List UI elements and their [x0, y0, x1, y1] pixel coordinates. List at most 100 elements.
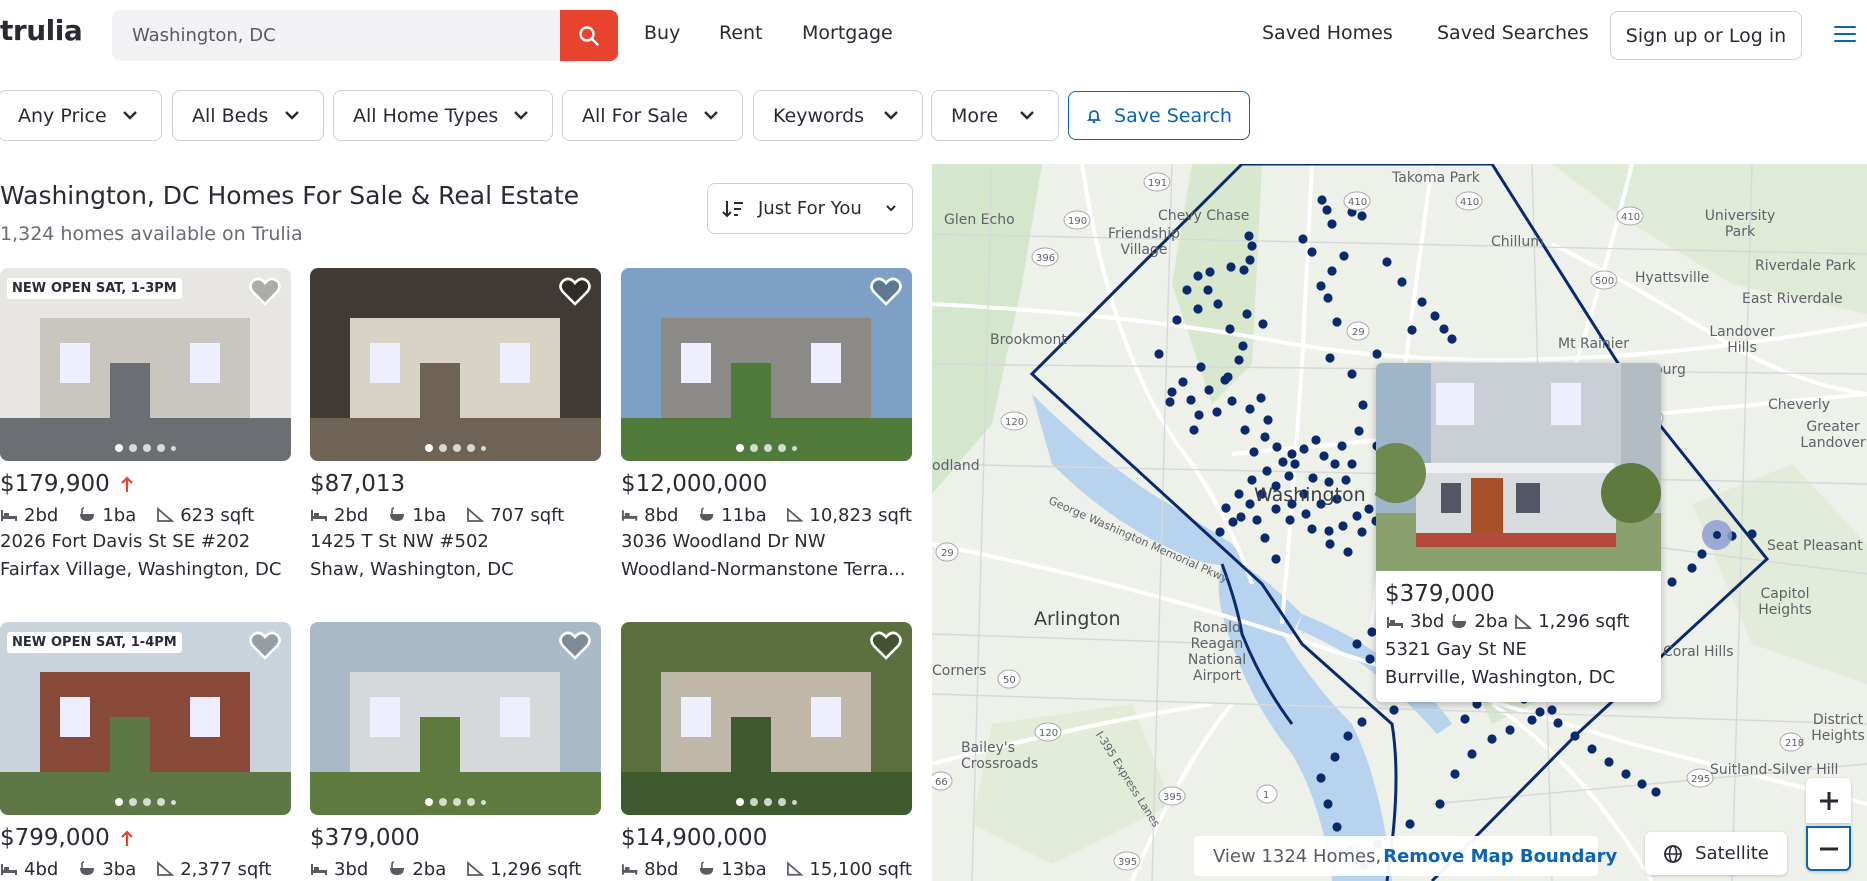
photo-carousel-dots[interactable]: [621, 444, 912, 452]
save-heart-icon[interactable]: [559, 277, 591, 307]
save-heart-icon[interactable]: [870, 277, 902, 307]
listing-map-marker[interactable]: [1323, 293, 1333, 303]
listing-card[interactable]: NEW OPEN SAT, 1-4PM $799,000 4bd 3ba 2,37…: [0, 622, 291, 881]
listing-map-marker[interactable]: [1262, 466, 1272, 476]
listing-map-marker[interactable]: [1245, 404, 1255, 414]
listing-map-marker[interactable]: [1430, 311, 1440, 321]
listing-map-marker[interactable]: [1357, 717, 1367, 727]
listing-map-marker[interactable]: [1226, 262, 1236, 272]
listing-map-marker[interactable]: [1324, 526, 1334, 536]
save-search-button[interactable]: Save Search: [1068, 91, 1250, 140]
listing-map-marker[interactable]: [1347, 459, 1357, 469]
listing-map-marker[interactable]: [1604, 757, 1614, 767]
listing-map-marker[interactable]: [1249, 447, 1259, 457]
saved-searches-link[interactable]: Saved Searches: [1437, 22, 1589, 44]
keywords-filter[interactable]: Keywords: [753, 90, 923, 141]
listing-map-marker[interactable]: [1215, 527, 1225, 537]
listing-photo[interactable]: [310, 268, 601, 461]
listing-map-marker[interactable]: [1527, 715, 1537, 725]
listing-card[interactable]: NEW OPEN SAT, 1-3PM $179,900 2bd 1ba 623 …: [0, 268, 291, 583]
photo-carousel-dots[interactable]: [310, 444, 601, 452]
listing-map-marker[interactable]: [1697, 549, 1707, 559]
nav-buy[interactable]: Buy: [644, 22, 680, 44]
listing-map-marker[interactable]: [1196, 362, 1206, 372]
listing-map-marker[interactable]: [1256, 393, 1266, 403]
listing-map-marker[interactable]: [1272, 442, 1282, 452]
listing-map-marker[interactable]: [1228, 517, 1238, 527]
more-filter[interactable]: More: [931, 90, 1059, 141]
zoom-in-button[interactable]: [1806, 778, 1851, 823]
listing-map-marker[interactable]: [1322, 205, 1332, 215]
home-types-filter[interactable]: All Home Types: [333, 90, 553, 141]
listing-map-marker[interactable]: [1247, 241, 1257, 251]
listing-map-marker[interactable]: [1587, 744, 1597, 754]
listing-map-marker[interactable]: [1284, 471, 1294, 481]
listing-map-marker[interactable]: [1372, 349, 1382, 359]
listing-address[interactable]: 1425 T St NW #502: [310, 531, 601, 555]
map-listing-popup[interactable]: $379,000 3bd 2ba 1,296 sqft 5321 Gay St …: [1376, 363, 1661, 702]
listing-map-marker[interactable]: [1435, 799, 1445, 809]
for-sale-filter[interactable]: All For Sale: [562, 90, 743, 141]
listing-map-marker[interactable]: [1460, 714, 1470, 724]
listing-map-marker[interactable]: [1178, 377, 1188, 387]
listing-map-marker[interactable]: [1337, 441, 1347, 451]
listing-map-marker[interactable]: [1667, 577, 1677, 587]
listing-map-marker[interactable]: [1687, 563, 1697, 573]
listing-photo[interactable]: NEW OPEN SAT, 1-3PM: [0, 268, 291, 461]
listing-map-marker[interactable]: [1467, 749, 1477, 759]
listing-map-marker[interactable]: [1278, 457, 1288, 467]
listing-map-marker[interactable]: [1260, 432, 1270, 442]
listing-map-marker[interactable]: [1290, 459, 1300, 469]
remove-map-boundary-link[interactable]: Remove Map Boundary: [1383, 846, 1617, 867]
nav-mortgage[interactable]: Mortgage: [802, 22, 893, 44]
listing-map-marker[interactable]: [1234, 489, 1244, 499]
listing-map-marker[interactable]: [1154, 349, 1164, 359]
listing-map-marker[interactable]: [1308, 473, 1318, 483]
listing-map-marker[interactable]: [1338, 521, 1348, 531]
listing-map-marker[interactable]: [1240, 425, 1250, 435]
satellite-button[interactable]: Satellite: [1645, 832, 1787, 875]
listing-map-marker[interactable]: [1258, 319, 1268, 329]
save-heart-icon[interactable]: [249, 277, 281, 307]
listing-map-marker[interactable]: [1193, 271, 1203, 281]
photo-carousel-dots[interactable]: [310, 798, 601, 806]
listing-map-marker[interactable]: [1189, 425, 1199, 435]
listing-map-marker[interactable]: [1221, 503, 1231, 513]
listing-map-marker[interactable]: [1323, 799, 1333, 809]
listing-map-marker[interactable]: [1242, 309, 1252, 319]
listing-photo[interactable]: [621, 622, 912, 815]
listing-map-marker[interactable]: [1316, 773, 1326, 783]
listing-map-marker[interactable]: [1357, 211, 1367, 221]
listing-map-marker[interactable]: [1325, 539, 1335, 549]
listing-map-marker[interactable]: [1547, 705, 1557, 715]
search-button[interactable]: [560, 10, 618, 61]
listing-address[interactable]: 2026 Fort Davis St SE #202: [0, 531, 291, 555]
listing-map-marker[interactable]: [1352, 511, 1362, 521]
listing-map-marker[interactable]: [1365, 654, 1375, 664]
sort-dropdown[interactable]: Just For You: [707, 183, 913, 234]
listing-map-marker[interactable]: [1325, 353, 1335, 363]
save-heart-icon[interactable]: [249, 631, 281, 661]
listing-map-marker[interactable]: [1354, 426, 1364, 436]
photo-carousel-dots[interactable]: [621, 798, 912, 806]
listing-map-marker[interactable]: [1535, 707, 1545, 717]
nav-rent[interactable]: Rent: [719, 22, 763, 44]
listing-map-marker[interactable]: [1651, 787, 1661, 797]
listing-map-marker[interactable]: [1382, 257, 1392, 267]
menu-icon[interactable]: [1834, 26, 1856, 44]
listing-map-marker[interactable]: [1298, 234, 1308, 244]
listing-map-marker[interactable]: [1263, 415, 1273, 425]
listing-map-marker[interactable]: [1186, 395, 1196, 405]
listing-map-marker[interactable]: [1357, 527, 1367, 537]
listing-map-marker[interactable]: [1327, 266, 1337, 276]
listing-map-marker[interactable]: [1223, 372, 1233, 382]
listing-map-marker[interactable]: [1285, 515, 1295, 525]
listing-map-marker[interactable]: [1332, 822, 1342, 832]
listing-card[interactable]: $87,013 2bd 1ba 707 sqft 1425 T St NW #5…: [310, 268, 601, 583]
listing-photo[interactable]: [621, 268, 912, 461]
listing-map-marker[interactable]: [1205, 267, 1215, 277]
listing-map-marker[interactable]: [1319, 451, 1329, 461]
listing-map-marker[interactable]: [1747, 529, 1757, 539]
listing-map-marker[interactable]: [1450, 769, 1460, 779]
listing-map-marker[interactable]: [1358, 400, 1368, 410]
